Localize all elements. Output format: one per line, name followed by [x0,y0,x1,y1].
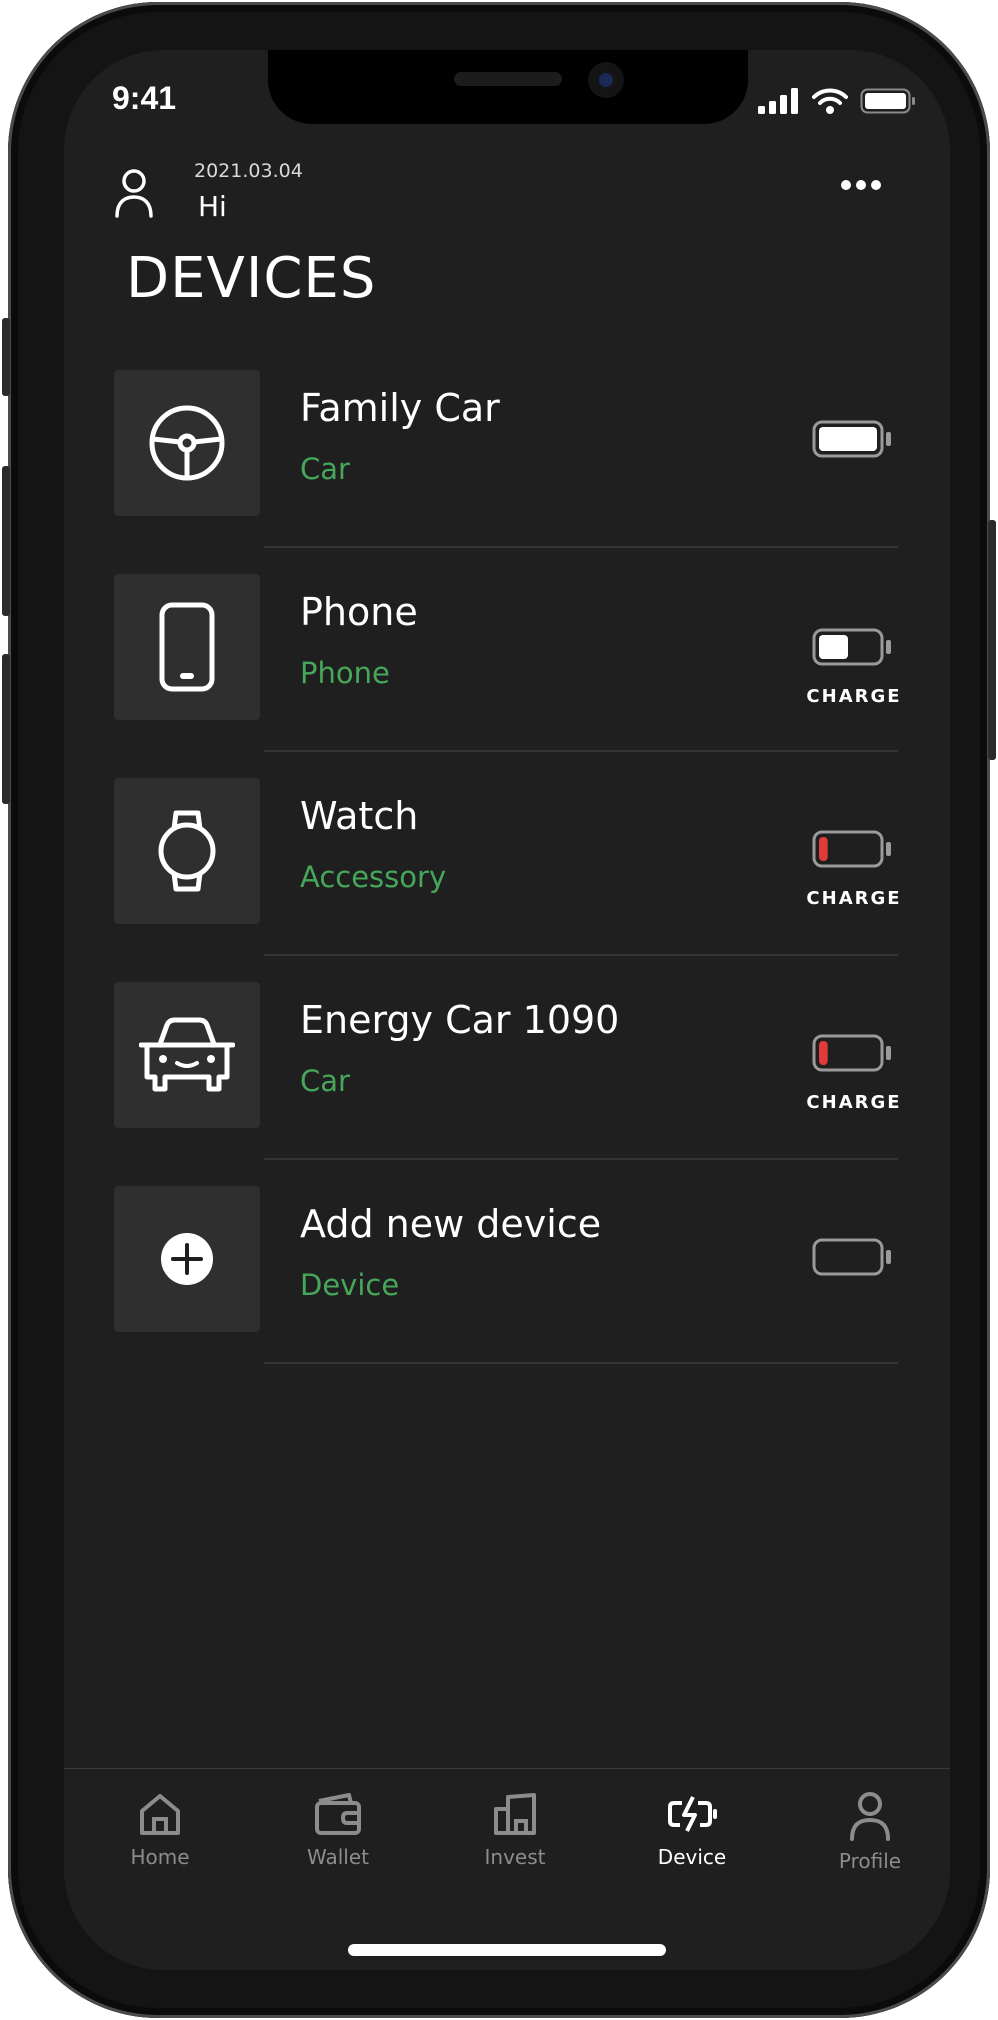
tab-label: Device [657,1845,727,1869]
phone-frame: 9:41 2021.03.04 Hi DEVICES Family Car Ca… [2,2,996,2018]
device-name: Add new device [300,1202,602,1246]
front-camera [588,62,624,98]
device-tile [114,778,260,924]
charge-button[interactable]: CHARGE [804,1092,904,1113]
row-divider [264,546,898,548]
page-title: DEVICES [126,246,377,311]
header-greeting: Hi [198,190,227,223]
volume-up-button [2,466,10,616]
row-divider [264,750,898,752]
battery-indicator-icon [812,420,891,458]
plus-circle-icon [161,1233,213,1285]
device-type: Device [300,1268,400,1302]
device-name: Watch [300,794,419,838]
tab-bar: Home Wallet Invest Device Profile [64,1768,950,1970]
charge-button[interactable]: CHARGE [804,686,904,707]
tab-device[interactable]: Device [622,1791,762,1869]
device-item-family-car[interactable]: Family Car Car [114,370,904,574]
device-type: Car [300,452,350,486]
notch [268,50,748,124]
battery-indicator-icon [812,1034,891,1072]
watch-icon [158,810,216,892]
car-front-icon [139,1017,235,1092]
volume-down-button [2,654,10,804]
home-icon [140,1794,180,1835]
screen: 9:41 2021.03.04 Hi DEVICES Family Car Ca… [64,50,950,1970]
home-indicator[interactable] [348,1944,666,1956]
wifi-icon [812,88,848,114]
device-item-phone[interactable]: Phone Phone CHARGE [114,574,904,778]
signal-icon [758,88,798,114]
tab-wallet[interactable]: Wallet [268,1791,408,1869]
battery-indicator-icon [812,1238,891,1276]
device-type: Car [300,1064,350,1098]
device-item-energy-car[interactable]: Energy Car 1090 Car CHARGE [114,982,904,1186]
row-divider [264,954,898,956]
more-options-icon[interactable] [840,178,882,192]
steering-wheel-icon [149,405,225,481]
battery-charging-icon [668,1796,717,1832]
tab-profile[interactable]: Profile [800,1791,940,1873]
wallet-icon [315,1793,361,1835]
device-name: Energy Car 1090 [300,998,620,1042]
charge-button[interactable]: CHARGE [804,888,904,909]
tab-label: Profile [838,1849,902,1873]
battery-indicator-icon [812,830,891,868]
status-battery-icon [860,88,915,114]
user-icon[interactable] [114,168,154,218]
speaker [454,72,562,86]
add-new-device-item[interactable]: Add new device Device [114,1186,904,1390]
tab-invest[interactable]: Invest [445,1791,585,1869]
battery-indicator-icon [812,628,891,666]
device-tile [114,574,260,720]
tab-home[interactable]: Home [90,1791,230,1869]
tab-label: Invest [484,1845,546,1869]
user-icon [850,1792,890,1841]
status-time: 9:41 [112,80,177,116]
device-name: Phone [300,590,418,634]
tab-label: Home [130,1845,190,1869]
smartphone-icon [159,602,215,692]
device-tile [114,370,260,516]
row-divider [264,1158,898,1160]
row-divider [264,1362,898,1364]
building-icon [494,1793,536,1835]
status-icons [758,88,916,114]
device-item-watch[interactable]: Watch Accessory CHARGE [114,778,904,982]
device-type: Phone [300,656,390,690]
side-button [2,318,10,396]
power-button [988,520,996,760]
device-name: Family Car [300,386,500,430]
device-tile [114,1186,260,1332]
device-tile [114,982,260,1128]
tab-label: Wallet [306,1845,369,1869]
device-type: Accessory [300,860,447,894]
header-date: 2021.03.04 [194,160,303,182]
